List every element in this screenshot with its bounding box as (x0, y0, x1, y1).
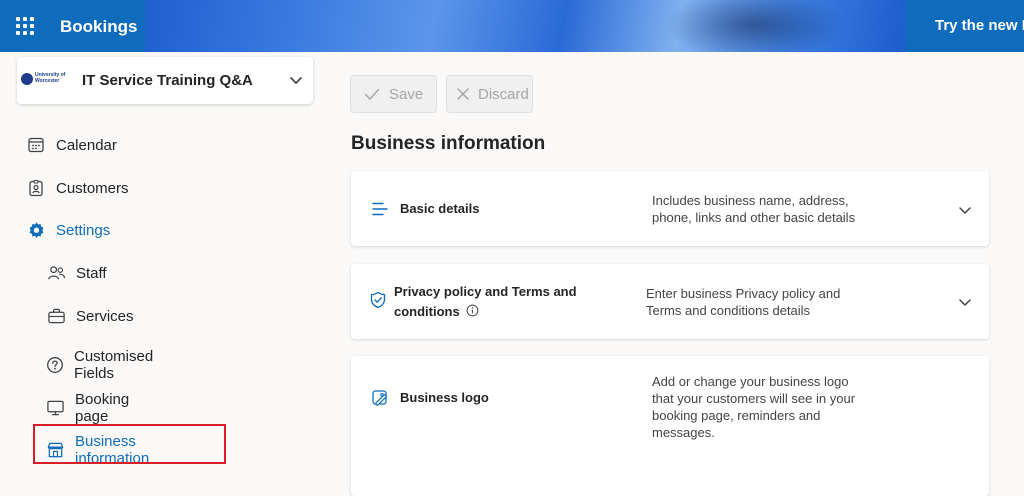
top-bar: Bookings Try the new B (0, 0, 1024, 52)
business-selector[interactable]: University of Worcester IT Service Train… (17, 57, 313, 104)
calendar-icon (26, 135, 46, 155)
shield-check-icon (370, 291, 386, 309)
highlight-annotation (33, 424, 226, 464)
nav-label-booking-page: Booking page (75, 391, 130, 425)
chevron-down-icon[interactable] (958, 203, 972, 217)
nav-label-settings: Settings (56, 221, 111, 239)
nav-label-staff: Staff (76, 264, 107, 282)
card-title: Business logo (400, 390, 489, 405)
business-name: IT Service Training Q&A (82, 72, 253, 89)
nav-label-customers: Customers (56, 179, 129, 197)
app-launcher-icon[interactable] (16, 17, 34, 35)
discard-label: Discard (478, 85, 529, 103)
app-title[interactable]: Bookings (60, 17, 137, 37)
gear-icon (26, 220, 46, 240)
image-edit-icon (372, 390, 388, 407)
text-align-icon (372, 202, 388, 216)
card-title: Privacy policy and Terms and conditions (394, 284, 577, 319)
business-logo: University of Worcester (21, 71, 71, 89)
chevron-down-icon (290, 77, 302, 84)
try-new-link[interactable]: Try the new B (935, 17, 1024, 34)
discard-button[interactable]: Discard (446, 75, 533, 113)
save-label: Save (389, 85, 424, 103)
nav-label-services: Services (76, 307, 134, 325)
question-circle-icon (46, 355, 64, 375)
checkmark-icon (364, 88, 380, 100)
business-logo-card[interactable]: Business logo Add or change your busines… (351, 356, 989, 496)
basic-details-card[interactable]: Basic details Includes business name, ad… (351, 171, 989, 246)
nav-item-services[interactable]: Services (46, 306, 134, 326)
briefcase-icon (46, 306, 66, 326)
card-description: Add or change your business logo that yo… (652, 374, 856, 440)
nav-label-calendar: Calendar (56, 136, 117, 154)
people-icon (46, 263, 66, 283)
nav-item-booking-page[interactable]: Booking page (46, 391, 130, 425)
nav-item-customers[interactable]: Customers (26, 178, 129, 198)
card-description: Includes business name, address, phone, … (652, 193, 856, 225)
nav-item-settings[interactable]: Settings (26, 220, 110, 240)
nav-item-customised-fields[interactable]: Customised Fields (46, 348, 155, 382)
desktop-icon (46, 398, 65, 418)
dismiss-icon (457, 88, 469, 100)
nav-label-customised-fields: Customised Fields (74, 348, 154, 382)
nav-item-calendar[interactable]: Calendar (26, 135, 117, 155)
info-icon[interactable] (466, 304, 479, 317)
chevron-down-icon[interactable] (958, 295, 972, 309)
save-button[interactable]: Save (350, 75, 437, 113)
nav-item-staff[interactable]: Staff (46, 263, 107, 283)
header-banner-image (145, 0, 905, 52)
privacy-policy-card[interactable]: Privacy policy and Terms and conditions … (351, 264, 989, 339)
page-title: Business information (351, 133, 546, 154)
contact-card-icon (26, 178, 46, 198)
card-description: Enter business Privacy policy and Terms … (646, 286, 841, 318)
card-title: Basic details (400, 201, 480, 216)
